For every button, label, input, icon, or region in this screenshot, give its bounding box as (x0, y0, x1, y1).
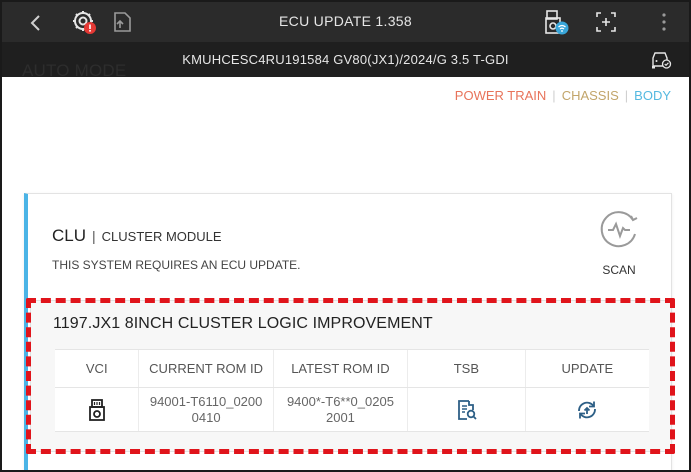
filter-separator: | (624, 88, 629, 103)
filter-power-train[interactable]: POWER TRAIN (455, 88, 547, 103)
column-header-vci: VCI (55, 349, 139, 388)
column-header-update: UPDATE (524, 349, 649, 388)
tsb-cell[interactable] (407, 387, 526, 432)
latest-rom-id-line2: 2001 (325, 409, 355, 425)
current-rom-id-line1: 94001-T6110_0200 (149, 393, 263, 409)
update-item: 1197.JX1 8INCH CLUSTER LOGIC IMPROVEMENT… (30, 300, 672, 452)
column-header-tsb: TSB (407, 349, 526, 388)
system-message: THIS SYSTEM REQUIRES AN ECU UPDATE. (52, 258, 301, 272)
current-rom-id-line2: 0410 (191, 409, 221, 425)
document-search-icon (458, 399, 478, 420)
table-header-row: VCI CURRENT ROM ID LATEST ROM ID TSB UPD… (55, 349, 649, 388)
rom-table: VCI CURRENT ROM ID LATEST ROM ID TSB UPD… (55, 349, 649, 432)
column-header-latest-rom: LATEST ROM ID (272, 349, 408, 388)
column-header-current-rom: CURRENT ROM ID (138, 349, 274, 388)
current-rom-id: 94001-T6110_0200 0410 (138, 387, 274, 432)
latest-rom-id: 9400*-T6**0_0205 2001 (272, 387, 408, 432)
system-code: CLU (52, 226, 87, 245)
latest-rom-id-line1: 9400*-T6**0_0205 (286, 393, 394, 409)
more-vert-icon[interactable] (650, 8, 678, 36)
vci-wifi-icon[interactable] (542, 8, 570, 36)
capture-icon[interactable] (592, 8, 620, 36)
category-filters: POWER TRAIN | CHASSIS | BODY (455, 88, 671, 103)
scan-label: SCAN (602, 263, 636, 277)
vci-device-icon (88, 398, 105, 421)
table-row: 94001-T6110_0200 0410 9400*-T6**0_0205 2… (55, 387, 649, 432)
car-check-icon[interactable] (649, 48, 673, 70)
mode-title: AUTO MODE (22, 61, 127, 80)
update-arrow-icon (578, 401, 597, 418)
filter-separator: | (552, 88, 556, 103)
system-separator: | (92, 228, 96, 244)
scan-waveform-icon (600, 211, 638, 248)
update-cell[interactable] (524, 387, 649, 432)
app-frame: ECU UPDATE 1.358 KMUHCESC4RU191584 GV80(… (0, 0, 691, 472)
vci-cell[interactable] (55, 387, 139, 432)
system-heading: CLU | CLUSTER MODULE (52, 226, 222, 246)
app-title: ECU UPDATE 1.358 (279, 13, 412, 29)
update-title: 1197.JX1 8INCH CLUSTER LOGIC IMPROVEMENT (53, 315, 433, 332)
system-name: CLUSTER MODULE (101, 229, 222, 244)
filter-body[interactable]: BODY (634, 88, 671, 103)
scan-button[interactable]: SCAN (595, 208, 643, 277)
filter-chassis[interactable]: CHASSIS (562, 88, 619, 103)
title-bar: ECU UPDATE 1.358 (2, 2, 689, 42)
